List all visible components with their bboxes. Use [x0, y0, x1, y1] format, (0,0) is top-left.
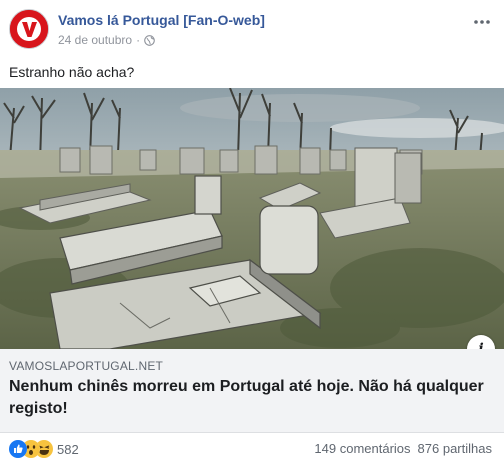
link-domain: VAMOSLAPORTUGAL.NET — [9, 359, 164, 373]
comments-link[interactable]: 149 comentários — [314, 441, 410, 456]
link-title[interactable]: Nenhum chinês morreu em Portugal até hoj… — [9, 376, 489, 420]
post-date[interactable]: 24 de outubro — [58, 33, 132, 47]
engagement-counts: 149 comentários 876 partilhas — [314, 441, 492, 456]
reactions-summary[interactable]: 582 — [9, 440, 79, 458]
link-caption[interactable]: VAMOSLAPORTUGAL.NET Nenhum chinês morreu… — [0, 349, 504, 433]
post-card: Vamos lá Portugal [Fan-O-web] 24 de outu… — [0, 0, 504, 470]
like-icon — [9, 440, 27, 458]
shares-link[interactable]: 876 partilhas — [418, 441, 492, 456]
page-avatar[interactable] — [9, 9, 49, 49]
page-name-link[interactable]: Vamos lá Portugal [Fan-O-web] — [58, 12, 265, 28]
ellipsis-icon — [474, 20, 490, 24]
post-meta: 24 de outubro · — [58, 33, 155, 47]
meta-separator: · — [136, 33, 141, 47]
reaction-count: 582 — [57, 441, 79, 457]
v-logo-icon — [10, 10, 48, 48]
post-footer: 582 149 comentários 876 partilhas — [0, 433, 504, 470]
globe-icon[interactable] — [144, 34, 155, 46]
cemetery-photo — [0, 88, 504, 349]
more-options-button[interactable] — [472, 12, 492, 32]
post-header: Vamos lá Portugal [Fan-O-web] 24 de outu… — [0, 0, 504, 58]
post-message: Estranho não acha? — [9, 64, 135, 80]
link-preview-image[interactable] — [0, 88, 504, 349]
